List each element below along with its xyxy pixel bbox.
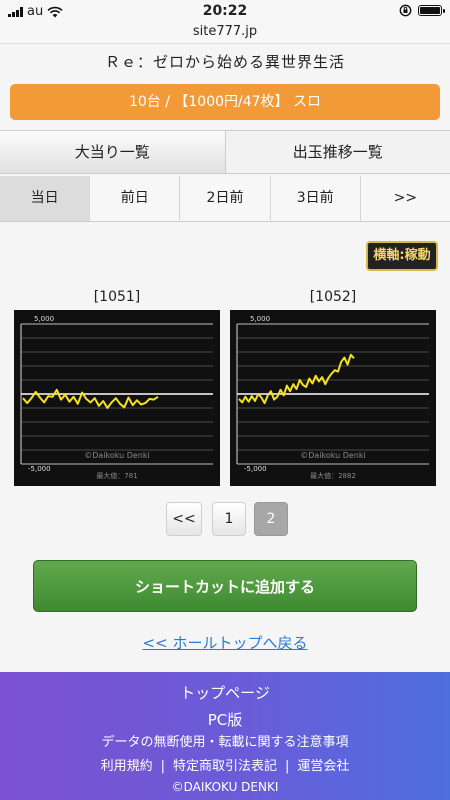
status-bar: au 20:22 bbox=[0, 0, 450, 22]
tab-jackpot-list[interactable]: 大当り一覧 bbox=[0, 131, 225, 173]
day-tab-yesterday[interactable]: 前日 bbox=[90, 176, 181, 221]
day-tab-3-days-ago[interactable]: 3日前 bbox=[271, 176, 361, 221]
page-title: Ｒｅ：ゼロから始める異世界生活 bbox=[104, 53, 345, 71]
battery-icon bbox=[418, 5, 445, 16]
status-time: 20:22 bbox=[202, 3, 248, 19]
machine-label: [1052] bbox=[309, 289, 357, 305]
payout-graph-svg: 5,000 -5,000 ©Daikoku Denki 最大値：781 bbox=[20, 315, 213, 480]
payout-graph-svg: 5,000 -5,000 ©Daikoku Denki 最大値：2882 bbox=[236, 315, 429, 480]
status-right bbox=[399, 4, 445, 17]
payout-series-line bbox=[22, 388, 159, 409]
machine-label: [1051] bbox=[93, 289, 141, 305]
payout-graph[interactable]: 5,000 -5,000 ©Daikoku Denki 最大値：781 bbox=[14, 310, 220, 486]
footer: トップページ PC版 データの無断使用・転載に関する注意事項 利用規約 | 特定商取… bbox=[0, 672, 450, 800]
machine-info-banner: 10台 / 【1000円/47枚】 スロ bbox=[10, 84, 440, 120]
footer-company-link[interactable]: 運営会社 bbox=[297, 759, 349, 774]
max-value-label: 最大値：781 bbox=[96, 471, 137, 480]
axis-toggle-button[interactable]: 横軸:稼動 bbox=[366, 241, 438, 271]
pagination-prev-button[interactable]: << bbox=[166, 502, 202, 536]
footer-separator: | bbox=[160, 759, 165, 774]
axis-label-top: 5,000 bbox=[34, 315, 54, 323]
pagination-page-1[interactable]: 1 bbox=[212, 502, 246, 536]
day-tab-today[interactable]: 当日 bbox=[0, 176, 91, 221]
url-bar[interactable]: site777.jp bbox=[0, 22, 450, 44]
back-to-hall-top-link[interactable]: << ホールトップへ戻る bbox=[0, 632, 450, 653]
pagination-page-2[interactable]: 2 bbox=[254, 502, 288, 536]
day-tab-more[interactable]: >> bbox=[361, 176, 450, 221]
watermark: ©Daikoku Denki bbox=[300, 451, 366, 460]
machine-card-1052[interactable]: [1052] 5,000 -5,000 ©Daikoku Denki 最大値：2… bbox=[230, 286, 436, 486]
footer-terms-link[interactable]: 利用規約 bbox=[101, 759, 153, 774]
day-tab-2-days-ago[interactable]: 2日前 bbox=[180, 176, 271, 221]
tab-payout-trend-list[interactable]: 出玉推移一覧 bbox=[224, 131, 450, 173]
axis-label-top: 5,000 bbox=[250, 315, 270, 323]
footer-separator: | bbox=[285, 759, 290, 774]
footer-commerce-law-link[interactable]: 特定商取引法表記 bbox=[173, 759, 277, 774]
footer-copyright: ©DAIKOKU DENKI bbox=[171, 780, 279, 794]
axis-label-bottom: -5,000 bbox=[244, 465, 267, 473]
max-value-label: 最大値：2882 bbox=[310, 471, 356, 480]
payout-series-line bbox=[238, 353, 355, 405]
footer-notice-link[interactable]: データの無断使用・転載に関する注意事項 bbox=[0, 731, 450, 750]
footer-top-page-link[interactable]: トップページ bbox=[0, 682, 450, 703]
machine-card-1051[interactable]: [1051] 5,000 -5,000 ©Daikoku Denki 最大値：7… bbox=[14, 286, 220, 486]
add-shortcut-button[interactable]: ショートカットに追加する bbox=[33, 560, 417, 612]
orientation-lock-icon bbox=[399, 4, 412, 17]
axis-label-bottom: -5,000 bbox=[28, 465, 51, 473]
day-tabs: 当日 前日 2日前 3日前 >> bbox=[0, 176, 450, 222]
footer-pc-version-link[interactable]: PC版 bbox=[0, 709, 450, 730]
main-tabs: 大当り一覧 出玉推移一覧 bbox=[0, 130, 450, 174]
pagination: << 1 2 bbox=[0, 502, 450, 538]
payout-graph[interactable]: 5,000 -5,000 ©Daikoku Denki 最大値：2882 bbox=[230, 310, 436, 486]
footer-links: 利用規約 | 特定商取引法表記 | 運営会社 bbox=[0, 755, 450, 774]
watermark: ©Daikoku Denki bbox=[84, 451, 150, 460]
